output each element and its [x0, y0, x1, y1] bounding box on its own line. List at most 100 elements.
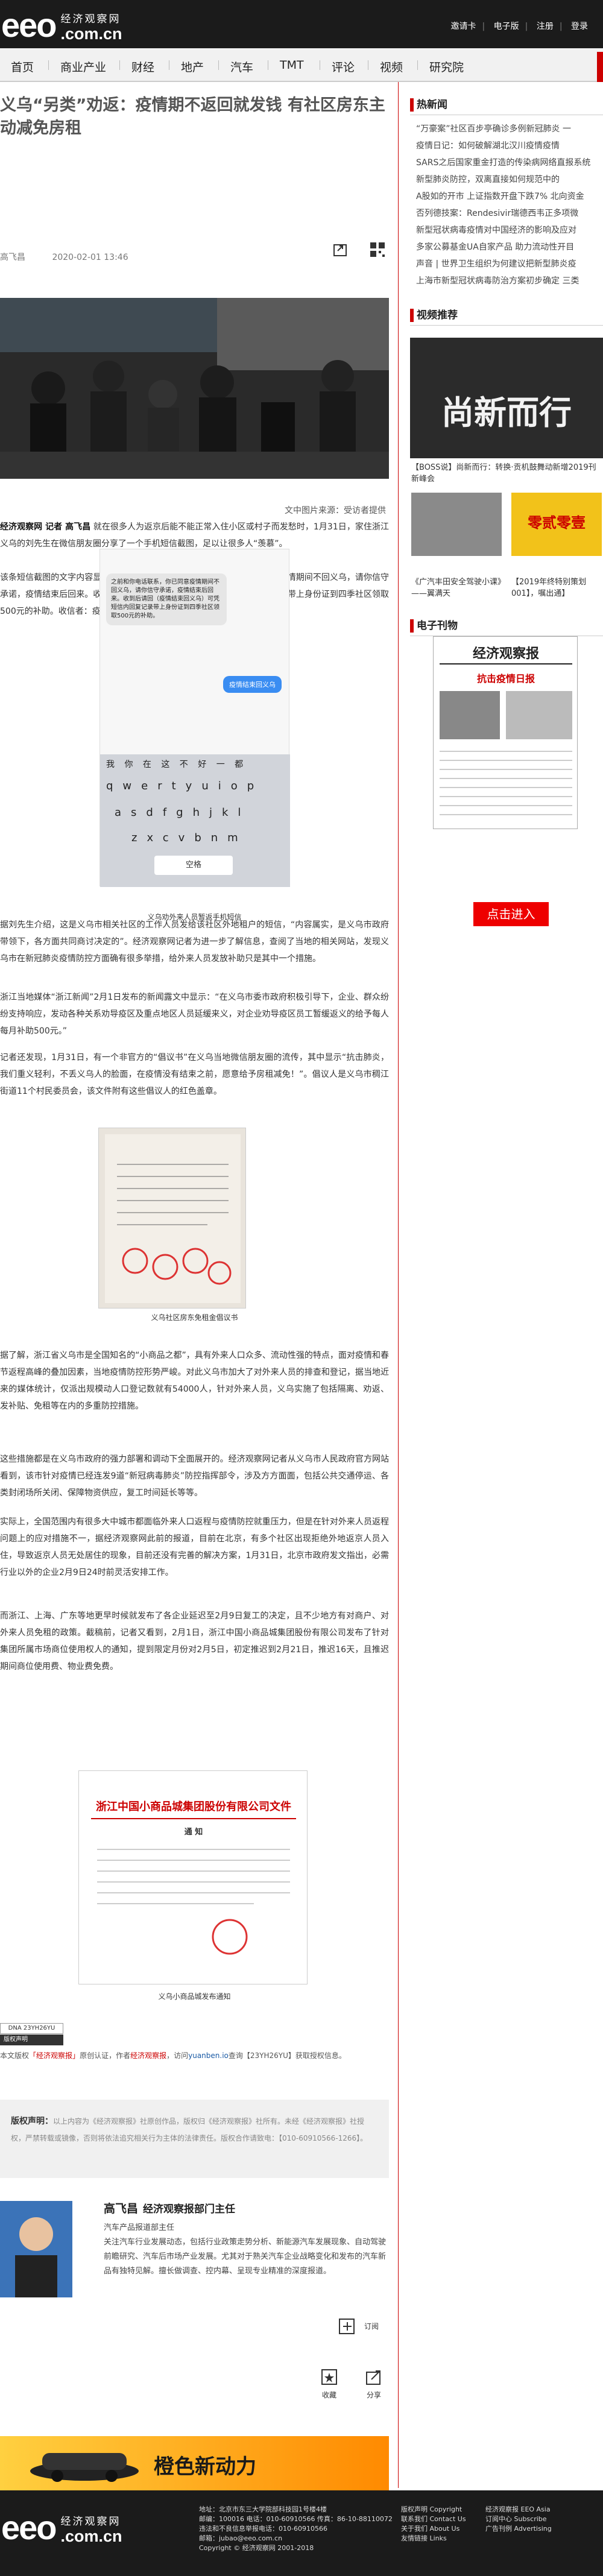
nav-accent-block [597, 52, 603, 82]
site-logo[interactable]: eeo 经济观察网 .com.cn [1, 8, 122, 42]
author-name-block: 高飞昌 经济观察报部门主任 [104, 2200, 235, 2216]
paragraph-9: 而浙江、上海、广东等地更早时候就发布了各企业延迟至2月9日复工的决定，且不少地方… [0, 1611, 389, 1672]
hot-news-item[interactable]: “万豪案”社区百步亭确诊多例新冠肺炎 一 [416, 122, 571, 134]
hot-news-item[interactable]: 上海市新型冠状病毒防治方案初步确定 三类 [416, 274, 579, 286]
phone-keyboard: 我 你 在 这 不 好 一 都 qwertyuiop asdfghjkl zxc… [100, 754, 290, 887]
nav-opinion[interactable]: 评论 [332, 58, 355, 75]
sms-bubble-sent: 疫情结束回义乌 [223, 676, 282, 693]
epaper-enter-button[interactable]: 点击进入 [473, 902, 549, 926]
hot-news-item[interactable]: 疫情日记：如何破解湖北汉川疫情疫情 [416, 139, 560, 151]
nav-tmt[interactable]: TMT [280, 58, 304, 72]
keyboard-row-2: asdfghjkl [115, 806, 251, 819]
hot-news-item[interactable]: SARS之后国家重金打造的传染病网络直报系统 [416, 156, 590, 168]
footer-links-2: 经济观察报 EEO Asia 订阅中心 Subscribe 广告刊例 Adver… [485, 2505, 552, 2534]
hot-news-item[interactable]: 新型肺炎防控，双离直接如何规范中的 [416, 173, 560, 185]
image-source-caption: 文中图片来源：受访者提供 [285, 506, 386, 516]
yuanben-link[interactable]: yuanben.io [188, 2051, 229, 2060]
initiative-document-photo [98, 1128, 246, 1309]
top-links: 邀请卡 | 电子版 | 注册 | 登录 [450, 22, 588, 31]
footer-link[interactable]: 经济观察报 EEO Asia [485, 2505, 552, 2514]
source-author-link[interactable]: 经济观察报 [130, 2051, 166, 2060]
footer-link[interactable]: 联系我们 Contact Us [401, 2514, 466, 2524]
keyboard-space: 空格 [154, 856, 233, 875]
author-role: 经济观察报部门主任 [143, 2203, 236, 2215]
top-header-bar: eeo 经济观察网 .com.cn 邀请卡 | 电子版 | 注册 | 登录 [0, 0, 603, 48]
epaper-name: 经济观察报 [472, 646, 539, 661]
caption-notice: 义乌小商品城发布通知 [158, 1992, 231, 2001]
author-avatar[interactable] [0, 2201, 72, 2297]
nav-auto[interactable]: 汽车 [230, 58, 253, 75]
featured-video-caption[interactable]: 【BOSS说】尚新而行：转换·贡机鼓舞动新增2019刊新峰会 [411, 462, 603, 485]
crowd-photo-illustration [0, 298, 389, 479]
sms-bubble-received: 之前和你电话联系，你已同意疫情期间不回义乌，请你信守承诺，疫情结束后回来。收到后… [106, 573, 227, 625]
keyboard-row-1: qwertyuiop [106, 780, 264, 792]
footer-links: 版权声明 Copyright 联系我们 Contact Us 关于我们 Abou… [401, 2505, 466, 2543]
share-bottom-icon[interactable] [364, 2367, 384, 2387]
video-caption-1[interactable]: 《广汽丰田安全驾驶小课》——翼满天 [411, 576, 502, 599]
footer-link[interactable]: 广告刊例 Advertising [485, 2524, 552, 2534]
hot-news-item[interactable]: 否列德技案：Rendesivir瑞德西韦正多项微 [416, 207, 578, 219]
link-epaper[interactable]: 电子版 [494, 22, 519, 31]
collect-icon[interactable] [320, 2367, 339, 2387]
author-desc-text: 关注汽车行业发展动态，包括行业政策走势分析、新能源汽车发展现象、自动驾驶前瞻研究… [104, 2238, 387, 2276]
notice-doc-subtitle: 通 知 [184, 1828, 203, 1837]
notice-document-image: 浙江中国小商品城集团股份有限公司文件 通 知 [78, 1770, 308, 1984]
featured-video[interactable]: 尚新而行 [410, 338, 603, 458]
footer-link[interactable]: 关于我们 About Us [401, 2524, 466, 2534]
article-photo [0, 298, 389, 479]
link-register[interactable]: 注册 [537, 22, 554, 31]
rights-head: 版权声明： [11, 2117, 53, 2126]
article-author[interactable]: 高飞昌 [0, 253, 25, 262]
copyright-tag: 版权声明 [0, 2035, 63, 2045]
nav-finance[interactable]: 财经 [131, 58, 154, 75]
video-thumb-2-text: 零贰零壹 [528, 514, 586, 531]
keyboard-suggestions: 我 你 在 这 不 好 一 都 [106, 760, 247, 769]
video-heading: 视频推荐 [410, 309, 458, 322]
dna-tag: DNA 23YH26YU [0, 2023, 63, 2034]
nav-video[interactable]: 视频 [380, 58, 403, 75]
author-name[interactable]: 高飞昌 [104, 2202, 138, 2215]
video-thumb-1[interactable] [411, 493, 502, 556]
logo-cn-name: 经济观察网 [60, 13, 121, 25]
logo-eeo-text: eeo [1, 6, 57, 44]
article-main: 义乌“另类”劝返：疫情期不返回就发钱 有社区房东主动减免房租 高飞昌 2020-… [0, 82, 389, 2490]
collect-label[interactable]: 收藏 [317, 2390, 341, 2400]
hot-news-item[interactable]: 多家公募基金UA自家产品 助力流动性开目 [416, 241, 574, 253]
paragraph-8: 实际上，全国范围内有很多大中城市都面临外来人口返程与疫情防控就重压力，但是在针对… [0, 1517, 389, 1577]
nav-business[interactable]: 商业产业 [60, 58, 106, 75]
nav-research[interactable]: 研究院 [429, 58, 464, 75]
footer-link[interactable]: 友情链接 Links [401, 2534, 466, 2543]
footer-link[interactable]: 版权声明 Copyright [401, 2505, 466, 2514]
epaper-cover[interactable]: 经济观察报 抗击疫情日报 [433, 636, 578, 829]
qrcode-icon[interactable] [369, 241, 386, 258]
hot-news-item[interactable]: A股如的开市 上证指数开盘下跌7% 北向资金 [416, 190, 584, 202]
footer-link[interactable]: 订阅中心 Subscribe [485, 2514, 552, 2524]
follow-icon[interactable] [338, 2316, 357, 2335]
video-thumb-2[interactable]: 零贰零壹 [511, 493, 602, 556]
hot-news-heading: 热新闻 [410, 98, 447, 112]
column-divider [398, 82, 399, 2488]
paragraph-5: 记者还发现，1月31日，有一个非官方的“倡议书”在义乌当地微信朋友圈的流传，其中… [0, 1053, 389, 1096]
follow-label[interactable]: 订阅 [359, 2321, 384, 2331]
hot-news-item[interactable]: 声音 | 世界卫生组织为何建议把新型肺炎疫 [416, 257, 576, 270]
reporter-lead: 经济观察网 记者 高飞昌 [0, 522, 91, 532]
featured-video-text: 尚新而行 [441, 394, 572, 432]
nav-realestate[interactable]: 地产 [181, 58, 204, 75]
share-icon[interactable] [332, 241, 349, 258]
notice-doc-title: 浙江中国小商品城集团股份有限公司文件 [96, 1801, 291, 1813]
video-caption-2[interactable]: 【2019年终特别策划001】，嘱出通】 [511, 576, 602, 599]
site-footer: eeo 经济观察网 .com.cn 地址：北京市东三大学院部科技园1号楼4楼 邮… [0, 2490, 603, 2576]
share-label[interactable]: 分享 [362, 2390, 386, 2400]
paragraph-6: 据了解，浙江省义乌市是全国知名的“小商品之都”，具有外来人口众多、流动性强的特点… [0, 1351, 389, 1411]
footer-contact: 地址：北京市东三大学院部科技园1号楼4楼 邮编：100016 电话：010-60… [199, 2505, 393, 2552]
paragraph-4: 浙江当地媒体“浙江新闻”2月1日发布的新闻露文中显示：“在义乌市委市政府积极引导… [0, 993, 389, 1036]
footer-logo[interactable]: eeo 经济观察网 .com.cn [1, 2511, 122, 2545]
main-nav: 首页 商业产业 财经 地产 汽车 TMT 评论 视频 研究院 [0, 48, 603, 82]
nav-home[interactable]: 首页 [11, 58, 34, 75]
caption-initiative: 义乌社区房东免租金倡议书 [151, 1313, 238, 1322]
keyboard-row-3: zxcvbnm [131, 832, 248, 844]
link-invite[interactable]: 邀请卡 [450, 22, 476, 31]
link-login[interactable]: 登录 [571, 22, 588, 31]
article-date: 2020-02-01 13:46 [52, 253, 128, 262]
hot-news-item[interactable]: 新型冠状病毒疫情对中国经济的影响及应对 [416, 224, 576, 236]
